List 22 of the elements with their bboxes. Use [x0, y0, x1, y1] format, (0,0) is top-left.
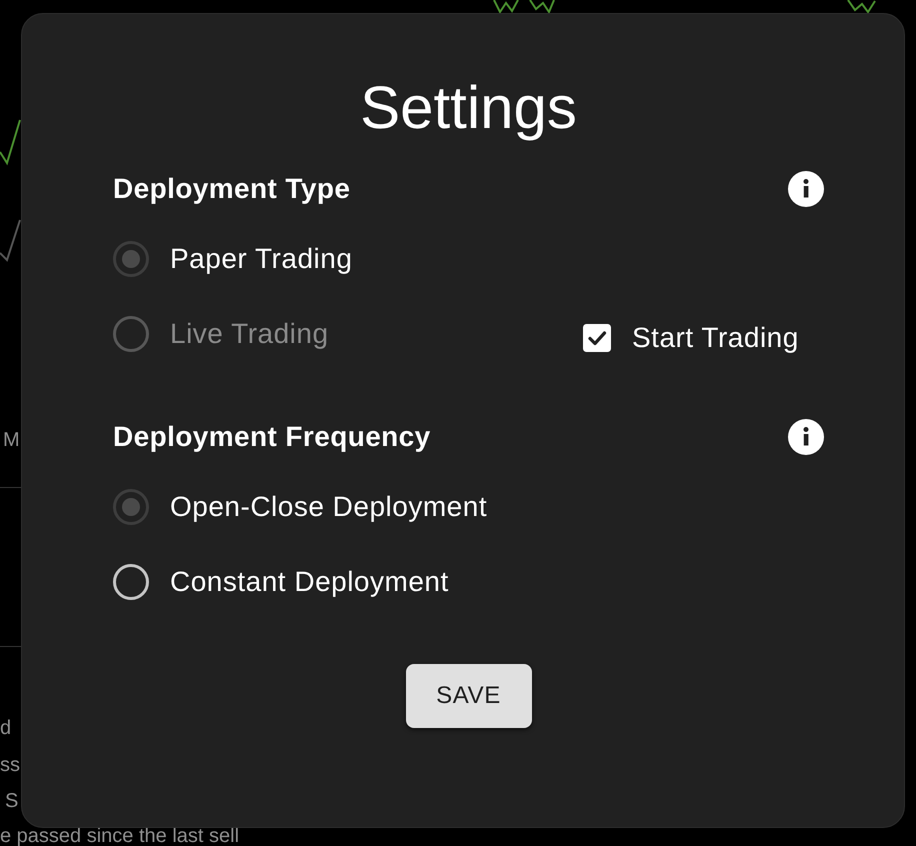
dialog-title: Settings — [359, 73, 578, 143]
chart-line — [0, 220, 21, 262]
background-text: ss — [0, 755, 20, 775]
background-text: M — [2, 430, 20, 450]
checkbox-icon[interactable] — [583, 324, 611, 352]
radio-option[interactable]: Paper Trading — [113, 237, 352, 281]
radio-option[interactable]: Open-Close Deployment — [113, 485, 488, 529]
checkbox-option[interactable]: Start Trading — [583, 316, 799, 360]
info-icon[interactable] — [788, 171, 824, 207]
radio-icon[interactable] — [113, 241, 149, 277]
section-heading: Deployment Type — [113, 172, 350, 206]
background-text: d — [0, 718, 12, 738]
background-text: e passed since the last sell — [0, 826, 240, 846]
section-heading: Deployment Frequency — [113, 420, 431, 454]
chart-line — [0, 120, 21, 166]
chart-line — [847, 0, 876, 14]
chart-line — [493, 0, 555, 14]
save-button[interactable]: SAVE — [406, 664, 532, 728]
background-text: S — [4, 791, 18, 811]
info-icon[interactable] — [788, 419, 824, 455]
radio-icon[interactable] — [113, 489, 149, 525]
radio-option[interactable]: Constant Deployment — [113, 560, 449, 604]
